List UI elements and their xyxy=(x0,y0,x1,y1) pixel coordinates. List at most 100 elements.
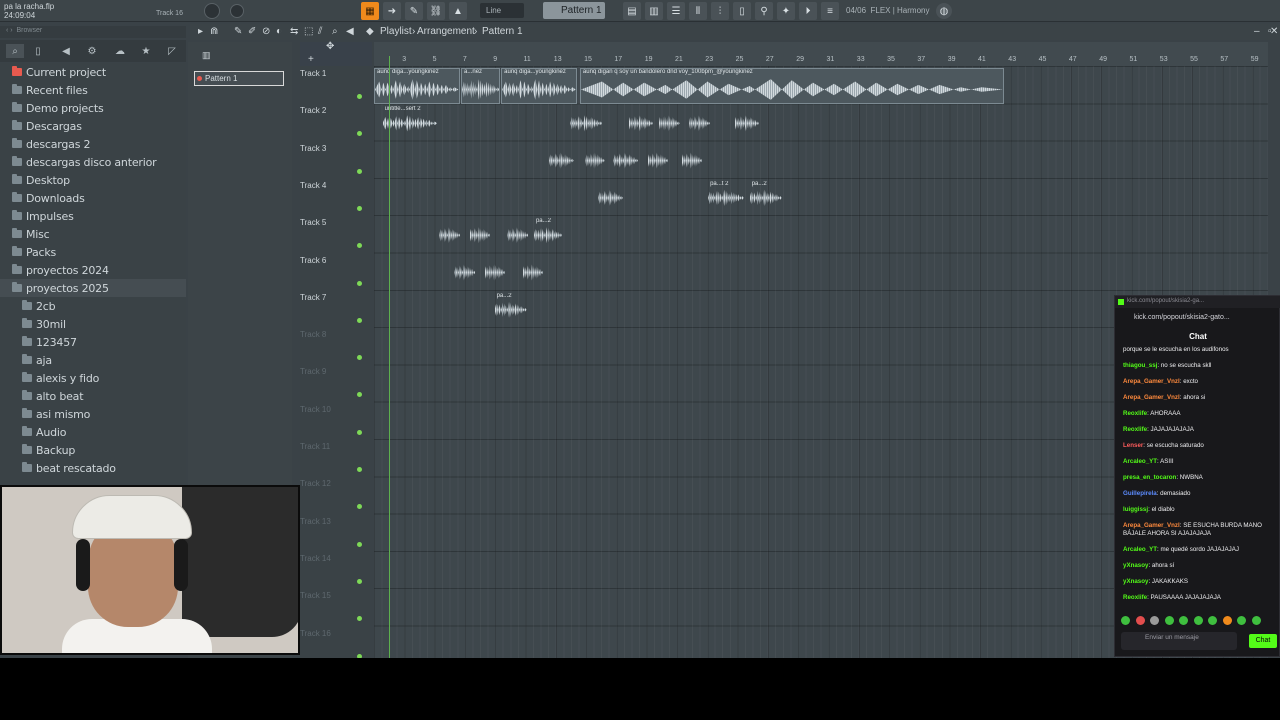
emote-icon[interactable] xyxy=(1208,616,1217,625)
track-mute-led[interactable] xyxy=(357,168,362,174)
magnet-icon[interactable]: ⋒ xyxy=(210,26,218,37)
browser-item[interactable]: 30mil xyxy=(0,315,186,333)
track-name[interactable]: Track 16 xyxy=(300,629,331,638)
audio-clip[interactable] xyxy=(658,105,681,135)
chat-username[interactable]: Arcaleo_YT xyxy=(1123,546,1157,553)
piano-roll-icon[interactable]: ▥ xyxy=(645,2,663,20)
file-icon[interactable]: ▯ xyxy=(733,2,751,20)
cloud-icon[interactable]: ☁ xyxy=(114,45,126,57)
minimize-icon[interactable]: – xyxy=(1254,26,1260,37)
master-volume-knob[interactable] xyxy=(204,3,220,19)
track-mute-led[interactable] xyxy=(357,280,362,286)
emote-icon[interactable] xyxy=(1193,616,1203,625)
link-icon[interactable]: ⛓ xyxy=(427,2,445,20)
chat-username[interactable]: thiagou_ssj xyxy=(1123,362,1157,369)
globe-icon[interactable]: ◍ xyxy=(936,3,952,19)
chat-username[interactable]: Arcaleo_YT xyxy=(1123,458,1157,465)
emote-icon[interactable] xyxy=(1251,616,1261,625)
pencil-icon[interactable]: ✎ xyxy=(405,2,423,20)
track-name[interactable]: Track 12 xyxy=(300,479,331,488)
browser-item[interactable]: 123457 xyxy=(0,333,186,351)
track-name[interactable]: Track 9 xyxy=(300,367,326,376)
track-mute-led[interactable] xyxy=(357,317,362,323)
track-mute-led[interactable] xyxy=(357,205,362,211)
play-icon[interactable]: ▸ xyxy=(198,26,203,37)
browser-item[interactable]: 2cb xyxy=(0,297,186,315)
close-icon[interactable]: ✕ xyxy=(1270,26,1278,37)
picker-menu-icon[interactable]: ▥ xyxy=(202,50,214,60)
delete-tool-icon[interactable]: ⊘ xyxy=(262,26,270,37)
chat-url-bar[interactable]: kick.com/popout/skisia2-gato... xyxy=(1115,310,1280,328)
move-icon[interactable]: ✥ xyxy=(326,41,334,52)
audio-clip[interactable]: aunq diga...youngkinez xyxy=(374,68,460,104)
chat-username[interactable]: luiggissj xyxy=(1123,506,1148,513)
browser-item[interactable]: alto beat xyxy=(0,387,186,405)
track-mute-led[interactable] xyxy=(357,616,362,622)
browser-item[interactable]: asi mismo xyxy=(0,405,186,423)
track-mute-led[interactable] xyxy=(357,504,362,510)
channel-rack-icon[interactable]: ☰ xyxy=(667,2,685,20)
add-track-icon[interactable]: + xyxy=(308,54,314,65)
mute-tool-icon[interactable]: ◐ xyxy=(276,26,282,37)
audio-clip[interactable]: aunq diga...youngkinez xyxy=(501,68,577,104)
star-icon[interactable]: ★ xyxy=(140,45,152,57)
chat-username[interactable]: Lenser xyxy=(1123,442,1143,449)
arrangement-name[interactable]: Arrangement xyxy=(417,26,475,37)
audio-clip[interactable] xyxy=(453,255,476,285)
audio-clip[interactable] xyxy=(688,105,711,135)
chat-username[interactable]: Arepa_Gamer_Vnzl xyxy=(1123,394,1180,401)
track-name[interactable]: Track 4 xyxy=(300,181,326,190)
draw-tool-icon[interactable]: ✎ xyxy=(234,26,242,37)
track-mute-led[interactable] xyxy=(357,355,362,361)
gear-icon[interactable]: ⚙ xyxy=(86,45,98,57)
emote-icon[interactable] xyxy=(1121,616,1130,625)
browser-item[interactable]: descargas 2 xyxy=(0,135,186,153)
browser-item[interactable]: Misc xyxy=(0,225,186,243)
search-icon[interactable]: ⌕ xyxy=(6,44,24,58)
forward-icon[interactable]: ⏵ xyxy=(799,2,817,20)
chat-send-button[interactable]: Chat xyxy=(1249,634,1277,648)
track-name[interactable]: Track 3 xyxy=(300,144,326,153)
browser-item[interactable]: Backup xyxy=(0,441,186,459)
list-icon[interactable]: ≡ xyxy=(821,2,839,20)
emote-icon[interactable] xyxy=(1237,616,1246,625)
browser-item[interactable]: Descargas xyxy=(0,117,186,135)
paint-tool-icon[interactable]: ✐ xyxy=(248,26,256,37)
audio-clip[interactable] xyxy=(597,180,623,210)
audio-clip[interactable]: aunq digan q soy un bandolero dnd voy_10… xyxy=(579,68,1004,104)
browser-item[interactable]: aja xyxy=(0,351,186,369)
audio-clip[interactable] xyxy=(522,255,545,285)
sliders-icon[interactable]: ⫶ xyxy=(711,2,729,20)
stamp-icon[interactable]: ▲ xyxy=(449,2,467,20)
emote-icon[interactable] xyxy=(1150,616,1159,625)
chat-input[interactable]: Enviar un mensaje xyxy=(1121,632,1237,650)
emote-bar[interactable] xyxy=(1121,616,1277,626)
track-mute-led[interactable] xyxy=(357,392,362,398)
audio-clip[interactable]: untitle...sert 2 xyxy=(382,105,439,135)
audio-clip[interactable]: pa...2 xyxy=(533,217,563,247)
audio-clip[interactable] xyxy=(469,217,492,247)
audio-clip[interactable] xyxy=(438,217,461,247)
browser-item[interactable]: Downloads xyxy=(0,189,186,207)
audio-clip[interactable] xyxy=(612,143,638,173)
master-pitch-knob[interactable] xyxy=(230,4,244,18)
chat-username[interactable]: yXnasoy xyxy=(1123,562,1148,569)
mixer-icon[interactable]: ⫴ xyxy=(689,2,707,20)
slip-tool-icon[interactable]: ⇆ xyxy=(290,26,298,37)
audio-clip[interactable] xyxy=(484,255,507,285)
browser-item[interactable]: proyectos 2025 xyxy=(0,279,186,297)
snap-icon[interactable]: ◸ xyxy=(166,45,178,57)
track-name[interactable]: Track 7 xyxy=(300,293,326,302)
track-name[interactable]: Track 2 xyxy=(300,106,326,115)
browser-item[interactable]: Recent files xyxy=(0,81,186,99)
file-icon[interactable]: ▯ xyxy=(32,45,44,57)
zoom-tool-icon[interactable]: ⌕ xyxy=(332,26,338,37)
track-mute-led[interactable] xyxy=(357,243,362,249)
track-name[interactable]: Track 1 xyxy=(300,69,326,78)
speaker-icon[interactable]: ◀ xyxy=(346,26,354,37)
chat-username[interactable]: Arepa_Gamer_Vnzl xyxy=(1123,522,1180,529)
track-name[interactable]: Track 10 xyxy=(300,405,331,414)
chat-username[interactable]: Reoxlife xyxy=(1123,410,1147,417)
chat-username[interactable]: Reoxlife xyxy=(1123,594,1147,601)
audio-clip[interactable] xyxy=(506,217,529,247)
